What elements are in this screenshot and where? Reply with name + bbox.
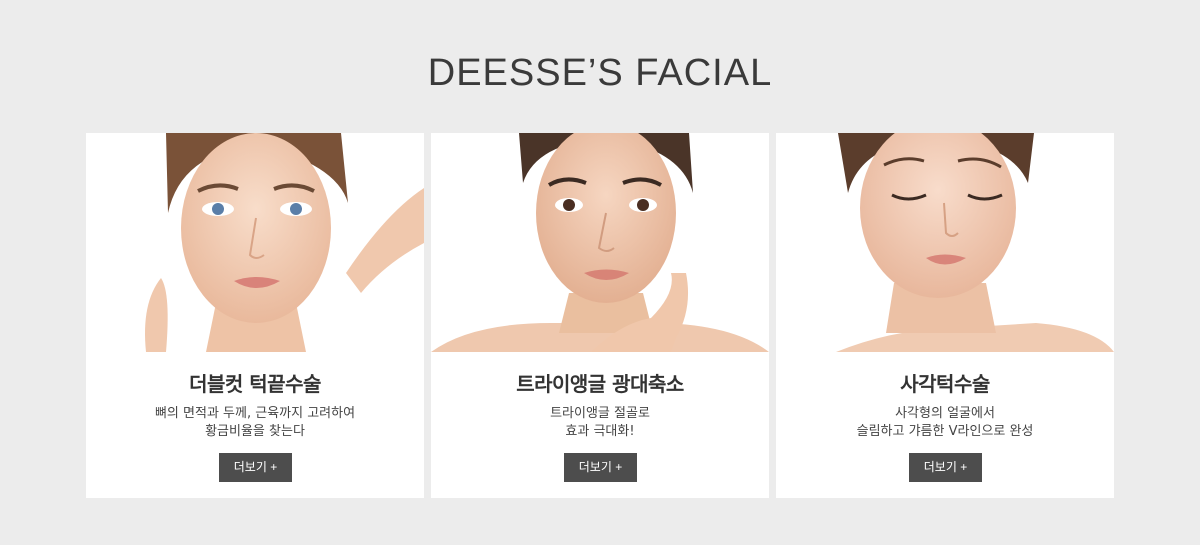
section-title: DEESSE’S FACIAL (427, 52, 773, 94)
card-title: 트라이앵글 광대축소 (516, 372, 684, 396)
procedure-card-triangle-cheekbone: 트라이앵글 광대축소 트라이앵글 절골로 효과 극대화! 더보기 + (431, 133, 769, 498)
more-button[interactable]: 더보기 + (909, 453, 982, 482)
card-description-line: 슬림하고 갸름한 V라인으로 완성 (856, 424, 1034, 439)
card-description-line: 사각형의 얼굴에서 (895, 406, 995, 421)
face-photo-chin (86, 133, 424, 352)
card-description-line: 효과 극대화! (565, 424, 635, 439)
procedure-card-square-jaw: 사각턱수술 사각형의 얼굴에서 슬림하고 갸름한 V라인으로 완성 더보기 + (776, 133, 1114, 498)
card-description-line: 트라이앵글 절골로 (550, 406, 650, 421)
card-description-line: 뼈의 면적과 두께, 근육까지 고려하여 (154, 406, 356, 421)
more-button[interactable]: 더보기 + (564, 453, 637, 482)
card-title: 사각턱수술 (900, 372, 990, 396)
face-photo-cheekbone (431, 133, 769, 352)
card-description: 사각형의 얼굴에서 슬림하고 갸름한 V라인으로 완성 (776, 405, 1114, 441)
card-title: 더블컷 턱끝수술 (189, 372, 321, 396)
procedure-card-double-cut-chin: 더블컷 턱끝수술 뼈의 면적과 두께, 근육까지 고려하여 황금비율을 찾는다 … (86, 133, 424, 498)
face-photo-jaw (776, 133, 1114, 352)
procedure-cards: 더블컷 턱끝수술 뼈의 면적과 두께, 근육까지 고려하여 황금비율을 찾는다 … (86, 133, 1114, 498)
card-description: 뼈의 면적과 두께, 근육까지 고려하여 황금비율을 찾는다 (86, 405, 424, 441)
card-description: 트라이앵글 절골로 효과 극대화! (431, 405, 769, 441)
card-description-line: 황금비율을 찾는다 (205, 424, 305, 439)
more-button[interactable]: 더보기 + (219, 453, 292, 482)
